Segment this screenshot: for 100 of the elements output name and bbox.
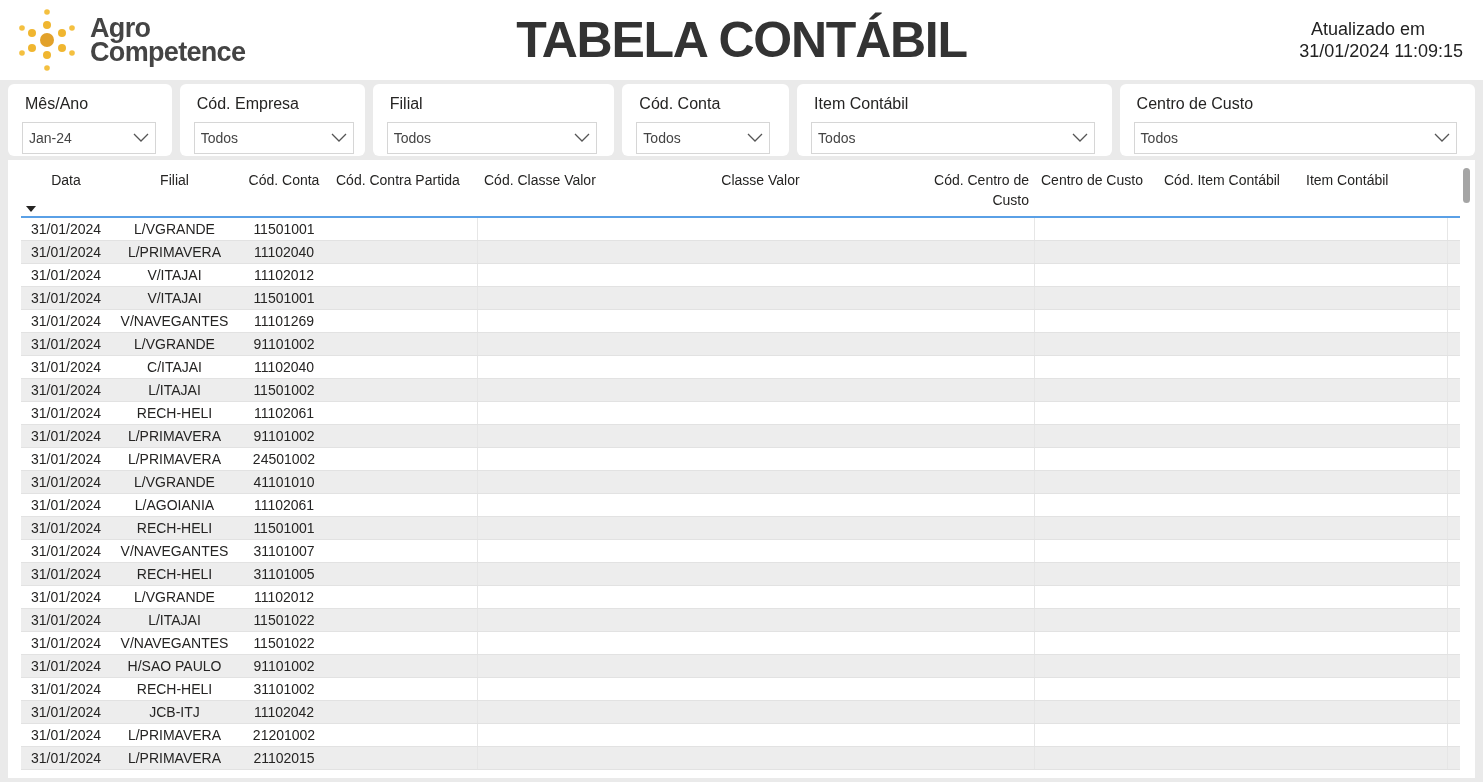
column-header[interactable]: Data bbox=[27, 170, 105, 190]
filter-dropdown[interactable]: Todos bbox=[636, 122, 771, 154]
table-cell-text: 11501001 bbox=[253, 219, 315, 239]
table-cell-text: 11102042 bbox=[253, 702, 315, 722]
table-cell-text: L/ITAJAI bbox=[148, 380, 201, 400]
table-cell-text: 31/01/2024 bbox=[30, 541, 102, 561]
scrollbar-thumb[interactable] bbox=[1463, 168, 1470, 203]
table-cell-text: 24501002 bbox=[252, 449, 316, 469]
table-cell-text: H/SAO PAULO bbox=[127, 656, 222, 676]
table-cell-text: 31/01/2024 bbox=[30, 679, 102, 699]
table-cell-text: JCB-ITJ bbox=[149, 702, 200, 722]
table-cell-text: 11501022 bbox=[253, 633, 315, 653]
table-cell-text: L/ITAJAI bbox=[148, 610, 201, 630]
table-cell-text: L/PRIMAVERA bbox=[127, 426, 222, 446]
table-cell-text: 91101002 bbox=[253, 656, 315, 676]
table-cell-text: 31/01/2024 bbox=[30, 748, 102, 768]
table-cell-text: 11102040 bbox=[253, 357, 315, 377]
page-title: TABELA CONTÁBIL bbox=[516, 10, 967, 70]
column-header[interactable]: Centro de Custo bbox=[1041, 170, 1152, 190]
filter-label: Item Contábil bbox=[813, 94, 910, 114]
table-cell-text: 31/01/2024 bbox=[30, 219, 102, 239]
table-cell-text: 31101005 bbox=[253, 564, 315, 584]
column-header[interactable]: Cód. Centro de Custo bbox=[919, 170, 1029, 210]
filter-label: Cód. Empresa bbox=[195, 94, 300, 114]
table-cell-text: L/VGRANDE bbox=[134, 472, 215, 492]
column-header[interactable]: Item Contábil bbox=[1306, 170, 1442, 190]
column-header[interactable]: Classe Valor bbox=[614, 170, 907, 190]
filter-dropdown[interactable]: Todos bbox=[1133, 122, 1457, 154]
table-cell-text: 31/01/2024 bbox=[30, 403, 102, 423]
table-cell-text: 11102061 bbox=[253, 403, 315, 423]
table-cell-text: 91101002 bbox=[253, 334, 315, 354]
table-cell-text: 31101007 bbox=[253, 541, 315, 561]
table-cell-text: 31/01/2024 bbox=[30, 495, 102, 515]
chevron-down-icon bbox=[747, 133, 764, 143]
table-cell-text: RECH-HELI bbox=[136, 564, 213, 584]
filter-label: Centro de Custo bbox=[1135, 94, 1255, 114]
table-cell-text: 11102012 bbox=[253, 587, 315, 607]
table-cell-text: 11501001 bbox=[253, 288, 315, 308]
table-cell-text: L/PRIMAVERA bbox=[127, 449, 222, 469]
chevron-down-icon bbox=[1433, 133, 1450, 143]
column-header[interactable]: Filial bbox=[117, 170, 232, 190]
table-cell-text: 31/01/2024 bbox=[30, 242, 102, 262]
table-cell-text: 31/01/2024 bbox=[30, 564, 102, 584]
table-cell-text: RECH-HELI bbox=[136, 518, 213, 538]
table-cell-text: L/PRIMAVERA bbox=[127, 725, 222, 745]
table-cell-text: 21201002 bbox=[252, 725, 316, 745]
table-cell-text: 31/01/2024 bbox=[30, 610, 102, 630]
table-cell-text: 11102012 bbox=[253, 265, 315, 285]
table-cell-text: L/VGRANDE bbox=[134, 219, 215, 239]
filter-dropdown[interactable]: Todos bbox=[811, 122, 1096, 154]
filter-label: Cód. Conta bbox=[638, 94, 722, 114]
table-cell-text: C/ITAJAI bbox=[147, 357, 202, 377]
table-cell-text: 31/01/2024 bbox=[30, 656, 102, 676]
table-cell-text: L/PRIMAVERA bbox=[127, 242, 222, 262]
table-cell-text: 31/01/2024 bbox=[30, 311, 102, 331]
table-cell-text: RECH-HELI bbox=[136, 679, 213, 699]
table-cell-text: V/NAVEGANTES bbox=[120, 541, 229, 561]
table-cell-text: V/NAVEGANTES bbox=[120, 311, 229, 331]
filter-dropdown[interactable]: Todos bbox=[386, 122, 597, 154]
chevron-down-icon bbox=[133, 133, 149, 143]
table-cell-text: 31/01/2024 bbox=[30, 587, 102, 607]
table-cell-text: 31/01/2024 bbox=[30, 426, 102, 446]
filter-label: Filial bbox=[388, 94, 424, 114]
filter-dropdown[interactable]: Todos bbox=[193, 122, 354, 154]
table-cell-text: 31/01/2024 bbox=[30, 334, 102, 354]
table-cell-text: 31/01/2024 bbox=[30, 380, 102, 400]
table-cell-text: 11501002 bbox=[253, 380, 315, 400]
table-cell-text: 31/01/2024 bbox=[30, 265, 102, 285]
table-cell-text: 91101002 bbox=[253, 426, 315, 446]
table-cell-text: 11501001 bbox=[253, 518, 315, 538]
table-cell-text: 31/01/2024 bbox=[30, 449, 102, 469]
table-cell-text: 21102015 bbox=[253, 748, 315, 768]
table-cell-text: 31/01/2024 bbox=[30, 633, 102, 653]
column-header[interactable]: Cód. Conta bbox=[244, 170, 324, 190]
table-cell-text: 31/01/2024 bbox=[30, 288, 102, 308]
table-cell-text: 31/01/2024 bbox=[30, 518, 102, 538]
table-cell-text: 11501022 bbox=[253, 610, 315, 630]
table-cell-text: V/ITAJAI bbox=[147, 288, 202, 308]
table-cell-text: 31101002 bbox=[253, 679, 315, 699]
updated-timestamp: 31/01/2024 11:09:15 bbox=[1299, 40, 1463, 62]
table-cell-text: 31/01/2024 bbox=[30, 725, 102, 745]
table-cell-text: L/PRIMAVERA bbox=[127, 748, 222, 768]
table-cell-text: V/NAVEGANTES bbox=[120, 633, 229, 653]
chevron-down-icon bbox=[1072, 133, 1089, 143]
filter-dropdown[interactable]: Jan-24 bbox=[22, 122, 156, 154]
table-cell-text: V/ITAJAI bbox=[147, 265, 202, 285]
table-cell-text: 31/01/2024 bbox=[30, 357, 102, 377]
table-cell-text: L/VGRANDE bbox=[134, 334, 215, 354]
chevron-down-icon bbox=[330, 133, 347, 143]
table-cell-text: L/AGOIANIA bbox=[134, 495, 215, 515]
table-cell-text: 11102061 bbox=[253, 495, 315, 515]
column-header[interactable]: Cód. Classe Valor bbox=[484, 170, 602, 190]
column-header[interactable]: Cód. Item Contábil bbox=[1164, 170, 1294, 190]
column-header[interactable]: Cód. Contra Partida bbox=[336, 170, 472, 190]
table-cell-text: 11101269 bbox=[253, 311, 315, 331]
filter-label: Mês/Ano bbox=[24, 94, 90, 114]
table-cell-text: 11102040 bbox=[253, 242, 315, 262]
chevron-down-icon bbox=[573, 133, 590, 143]
table-cell-text: 41101010 bbox=[253, 472, 315, 492]
table-cell-text: L/VGRANDE bbox=[134, 587, 215, 607]
